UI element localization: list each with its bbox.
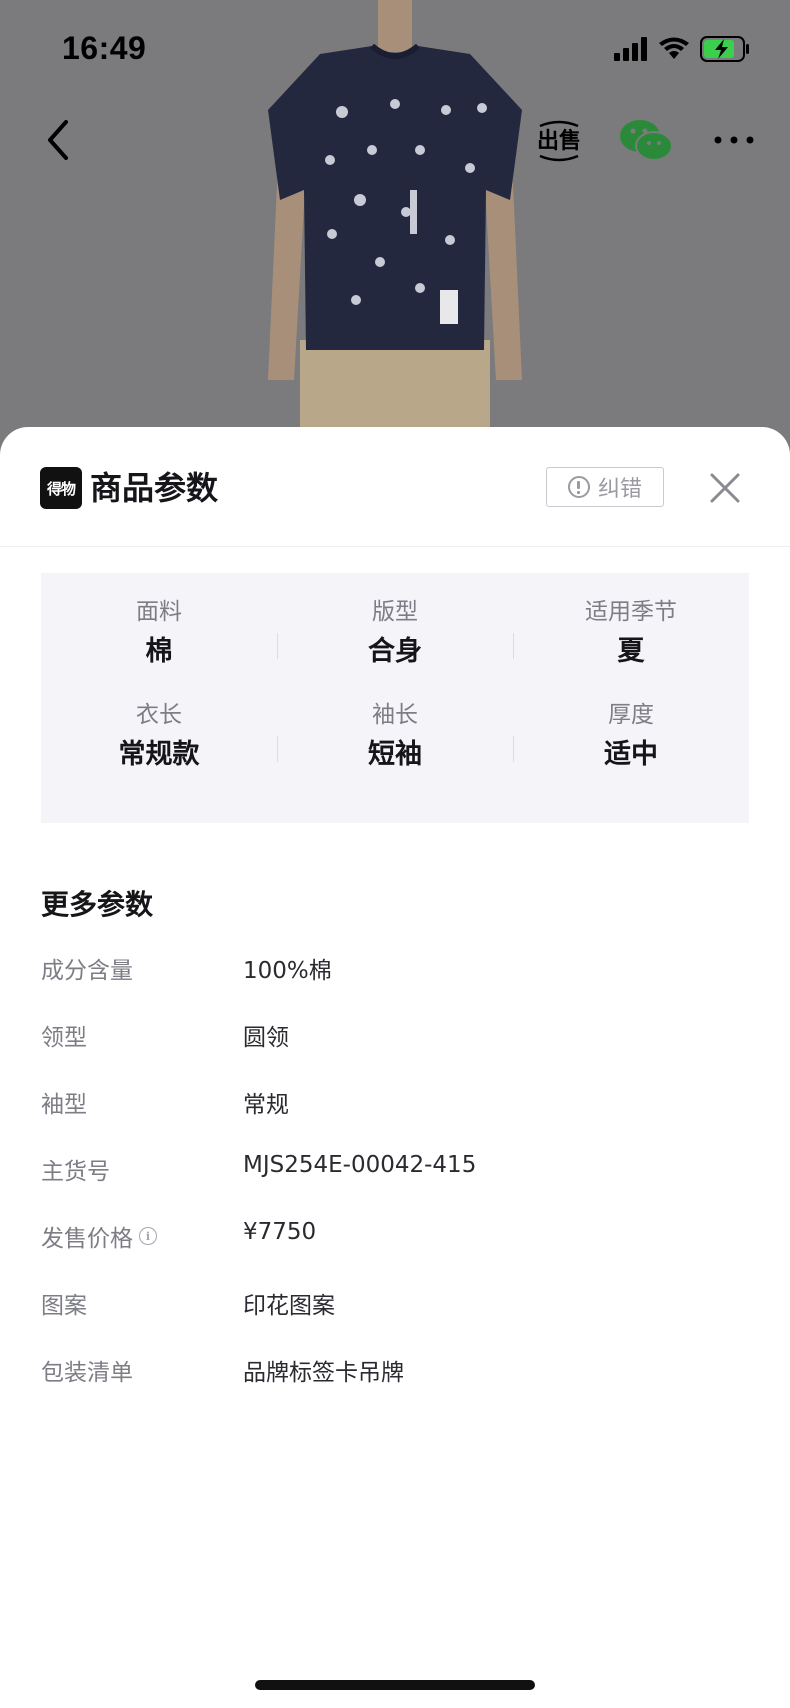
status-bar: 16:49 xyxy=(0,0,790,100)
home-indicator[interactable] xyxy=(255,1680,535,1690)
spec-divider xyxy=(513,633,514,659)
spec-divider xyxy=(277,633,278,659)
status-time: 16:49 xyxy=(62,30,147,66)
param-key: 包装清单 xyxy=(41,1353,133,1387)
spec-divider xyxy=(513,736,514,762)
param-key-label: 主货号 xyxy=(41,1159,110,1185)
sheet-title: 商品参数 xyxy=(90,469,219,507)
spec-fit: 版型 合身 xyxy=(277,573,513,673)
brand-logo: 得物 xyxy=(40,467,82,509)
alert-circle-icon xyxy=(567,476,590,498)
param-value: 品牌标签卡吊牌 xyxy=(243,1360,404,1386)
sell-button[interactable]: 出售 xyxy=(534,118,584,164)
spec-key: 衣长 xyxy=(136,702,182,728)
spec-key: 版型 xyxy=(372,599,418,625)
param-row: 包装清单 品牌标签卡吊牌 xyxy=(41,1353,741,1393)
param-row: 发售价格 i ¥7750 xyxy=(41,1219,741,1259)
wifi-icon xyxy=(659,37,689,59)
param-value: 圆领 xyxy=(243,1025,289,1051)
spec-value: 合身 xyxy=(368,636,422,667)
battery-icon xyxy=(700,36,749,62)
spec-value: 棉 xyxy=(145,636,173,667)
param-value: ¥7750 xyxy=(243,1219,317,1245)
more-params-title: 更多参数 xyxy=(41,888,154,921)
key-specs-grid: 面料 棉 版型 合身 适用季节 夏 衣长 常规款 袖长 短袖 厚度 适中 xyxy=(41,573,749,823)
param-key-label: 图案 xyxy=(41,1293,87,1319)
top-nav: 出售 xyxy=(0,100,790,180)
spec-value: 常规款 xyxy=(118,739,200,770)
spec-divider xyxy=(277,736,278,762)
param-key-label: 发售价格 xyxy=(41,1226,133,1252)
param-key: 成分含量 xyxy=(41,951,133,985)
param-key: 主货号 xyxy=(41,1152,110,1186)
param-row: 袖型 常规 xyxy=(41,1085,741,1125)
spec-value: 适中 xyxy=(604,739,658,770)
spec-key: 厚度 xyxy=(608,702,654,728)
status-icons xyxy=(614,36,750,62)
param-key-label: 包装清单 xyxy=(41,1360,133,1386)
spec-key: 面料 xyxy=(136,599,182,625)
sheet-header: 得物 商品参数 纠错 xyxy=(0,427,790,547)
param-row: 成分含量 100%棉 xyxy=(41,951,741,991)
param-key: 图案 xyxy=(41,1286,87,1320)
spec-season: 适用季节 夏 xyxy=(513,573,749,673)
param-key-label: 领型 xyxy=(41,1025,87,1051)
param-key: 发售价格 i xyxy=(41,1219,157,1253)
spec-sleeve-length: 袖长 短袖 xyxy=(277,676,513,776)
info-icon[interactable]: i xyxy=(139,1227,157,1245)
param-key: 领型 xyxy=(41,1018,87,1052)
param-key: 袖型 xyxy=(41,1085,87,1119)
param-value: MJS254E-00042-415 xyxy=(243,1152,477,1178)
wechat-share-icon[interactable] xyxy=(618,116,674,164)
sell-label: 出售 xyxy=(537,128,581,154)
param-row: 图案 印花图案 xyxy=(41,1286,741,1326)
more-icon[interactable] xyxy=(712,122,756,158)
report-error-button[interactable]: 纠错 xyxy=(546,467,664,507)
spec-key: 适用季节 xyxy=(585,599,677,625)
spec-key: 袖长 xyxy=(372,702,418,728)
back-button[interactable] xyxy=(40,116,80,164)
report-error-label: 纠错 xyxy=(597,477,642,502)
spec-thickness: 厚度 适中 xyxy=(513,676,749,776)
spec-length: 衣长 常规款 xyxy=(41,676,277,776)
spec-value: 夏 xyxy=(617,636,645,667)
spec-fabric: 面料 棉 xyxy=(41,573,277,673)
param-row: 领型 圆领 xyxy=(41,1018,741,1058)
param-key-label: 袖型 xyxy=(41,1092,87,1118)
spec-value: 短袖 xyxy=(368,739,422,770)
param-value: 100%棉 xyxy=(243,958,332,984)
param-key-label: 成分含量 xyxy=(41,958,133,984)
param-value: 常规 xyxy=(243,1092,289,1118)
param-value: 印花图案 xyxy=(243,1293,335,1319)
param-row: 主货号 MJS254E-00042-415 xyxy=(41,1152,741,1192)
cellular-signal-icon xyxy=(614,37,647,61)
close-icon[interactable] xyxy=(706,469,744,507)
product-params-sheet: 得物 商品参数 纠错 面料 棉 版型 合身 适用季节 夏 衣长 常规款 袖长 短… xyxy=(0,427,790,1708)
